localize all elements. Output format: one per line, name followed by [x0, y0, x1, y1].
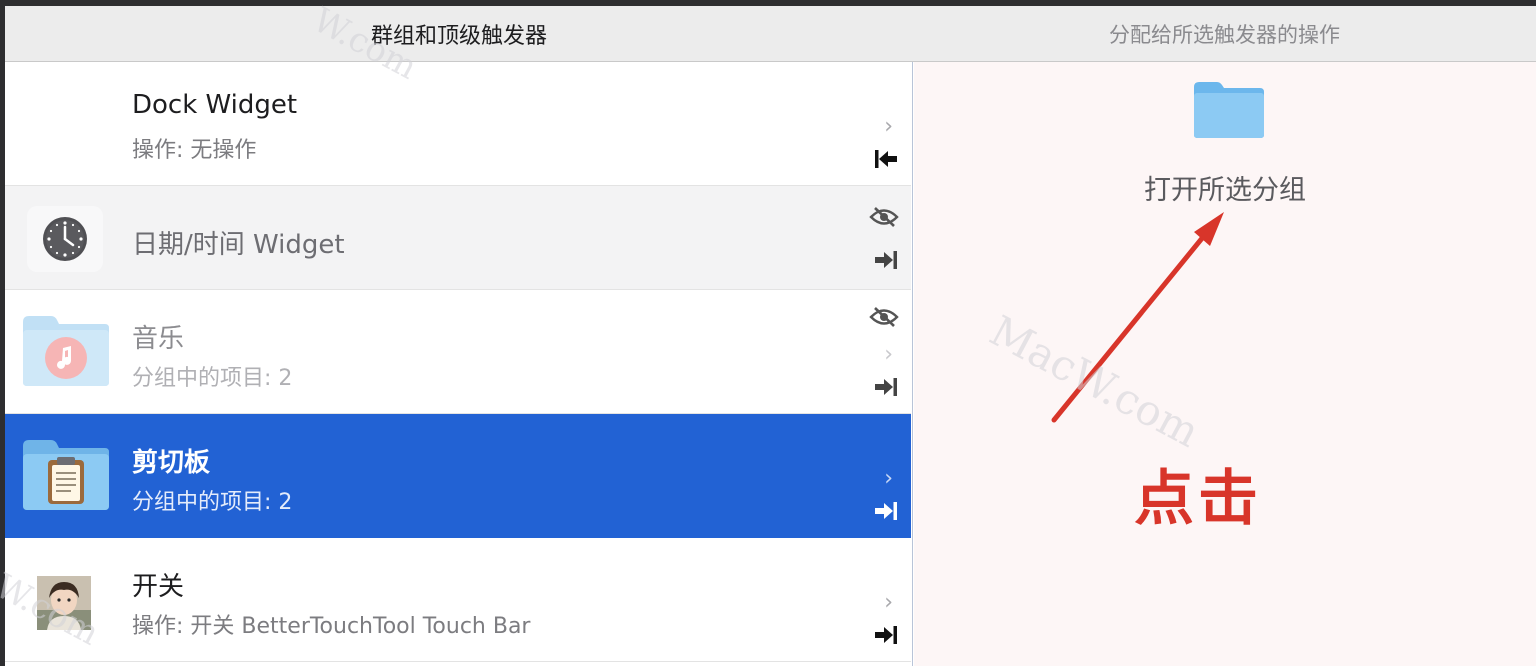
trigger-title: 开关	[132, 572, 185, 602]
hidden-eye-icon[interactable]	[869, 206, 899, 228]
app-window: 群组和顶级触发器 分配给所选触发器的操作 Dock Widget 操作: 无操作…	[0, 0, 1536, 666]
trigger-row-clipboard-group[interactable]: 剪切板 分组中的项目: 2 ›	[5, 414, 911, 538]
annotation-arrow	[1051, 212, 1224, 423]
trigger-subtitle: 分组中的项目: 2	[132, 366, 293, 391]
trigger-row-switch[interactable]: 开关 操作: 开关 BetterTouchTool Touch Bar ›	[5, 538, 911, 662]
trigger-title: Dock Widget	[132, 90, 298, 120]
trigger-title: 音乐	[132, 324, 185, 354]
trigger-subtitle: 分组中的项目: 2	[132, 490, 293, 515]
clipboard-folder-icon	[23, 440, 109, 510]
trigger-list: Dock Widget 操作: 无操作 › 日期/时间 Widget 音乐 分组…	[5, 62, 913, 666]
groups-column-title: 群组和顶级触发器	[370, 24, 547, 49]
arrow-right-to-bar-icon	[875, 251, 897, 269]
avatar-photo	[37, 576, 91, 630]
trigger-subtitle: 操作: 开关 BetterTouchTool Touch Bar	[132, 614, 531, 639]
column-header-bar: 群组和顶级触发器 分配给所选触发器的操作	[5, 6, 1536, 62]
actions-column-title: 分配给所选触发器的操作	[1109, 23, 1340, 47]
arrow-right-to-bar-icon	[875, 626, 897, 644]
chevron-right-icon[interactable]: ›	[884, 114, 893, 139]
music-folder-icon	[23, 316, 109, 386]
trigger-row-dock-widget[interactable]: Dock Widget 操作: 无操作 ›	[5, 62, 911, 186]
arrow-left-to-bar-icon	[875, 150, 897, 168]
trigger-row-music-group[interactable]: 音乐 分组中的项目: 2 ›	[5, 290, 911, 414]
trigger-row-datetime-widget[interactable]: 日期/时间 Widget	[5, 186, 911, 290]
clock-icon	[43, 217, 87, 261]
chevron-right-icon[interactable]: ›	[884, 342, 893, 367]
trigger-subtitle: 操作: 无操作	[132, 138, 257, 163]
trigger-title: 剪切板	[132, 448, 211, 478]
action-detail-panel: 打开所选分组 点击	[914, 62, 1536, 666]
folder-icon[interactable]	[1192, 80, 1266, 140]
hidden-eye-icon[interactable]	[869, 306, 899, 328]
click-annotation: 点击	[1134, 464, 1262, 534]
chevron-right-icon[interactable]: ›	[884, 590, 893, 615]
arrow-right-to-bar-icon	[875, 378, 897, 396]
arrow-right-to-bar-icon	[875, 502, 897, 520]
chevron-right-icon[interactable]: ›	[884, 466, 893, 491]
clock-tile	[27, 206, 103, 272]
trigger-title: 日期/时间 Widget	[132, 230, 345, 260]
